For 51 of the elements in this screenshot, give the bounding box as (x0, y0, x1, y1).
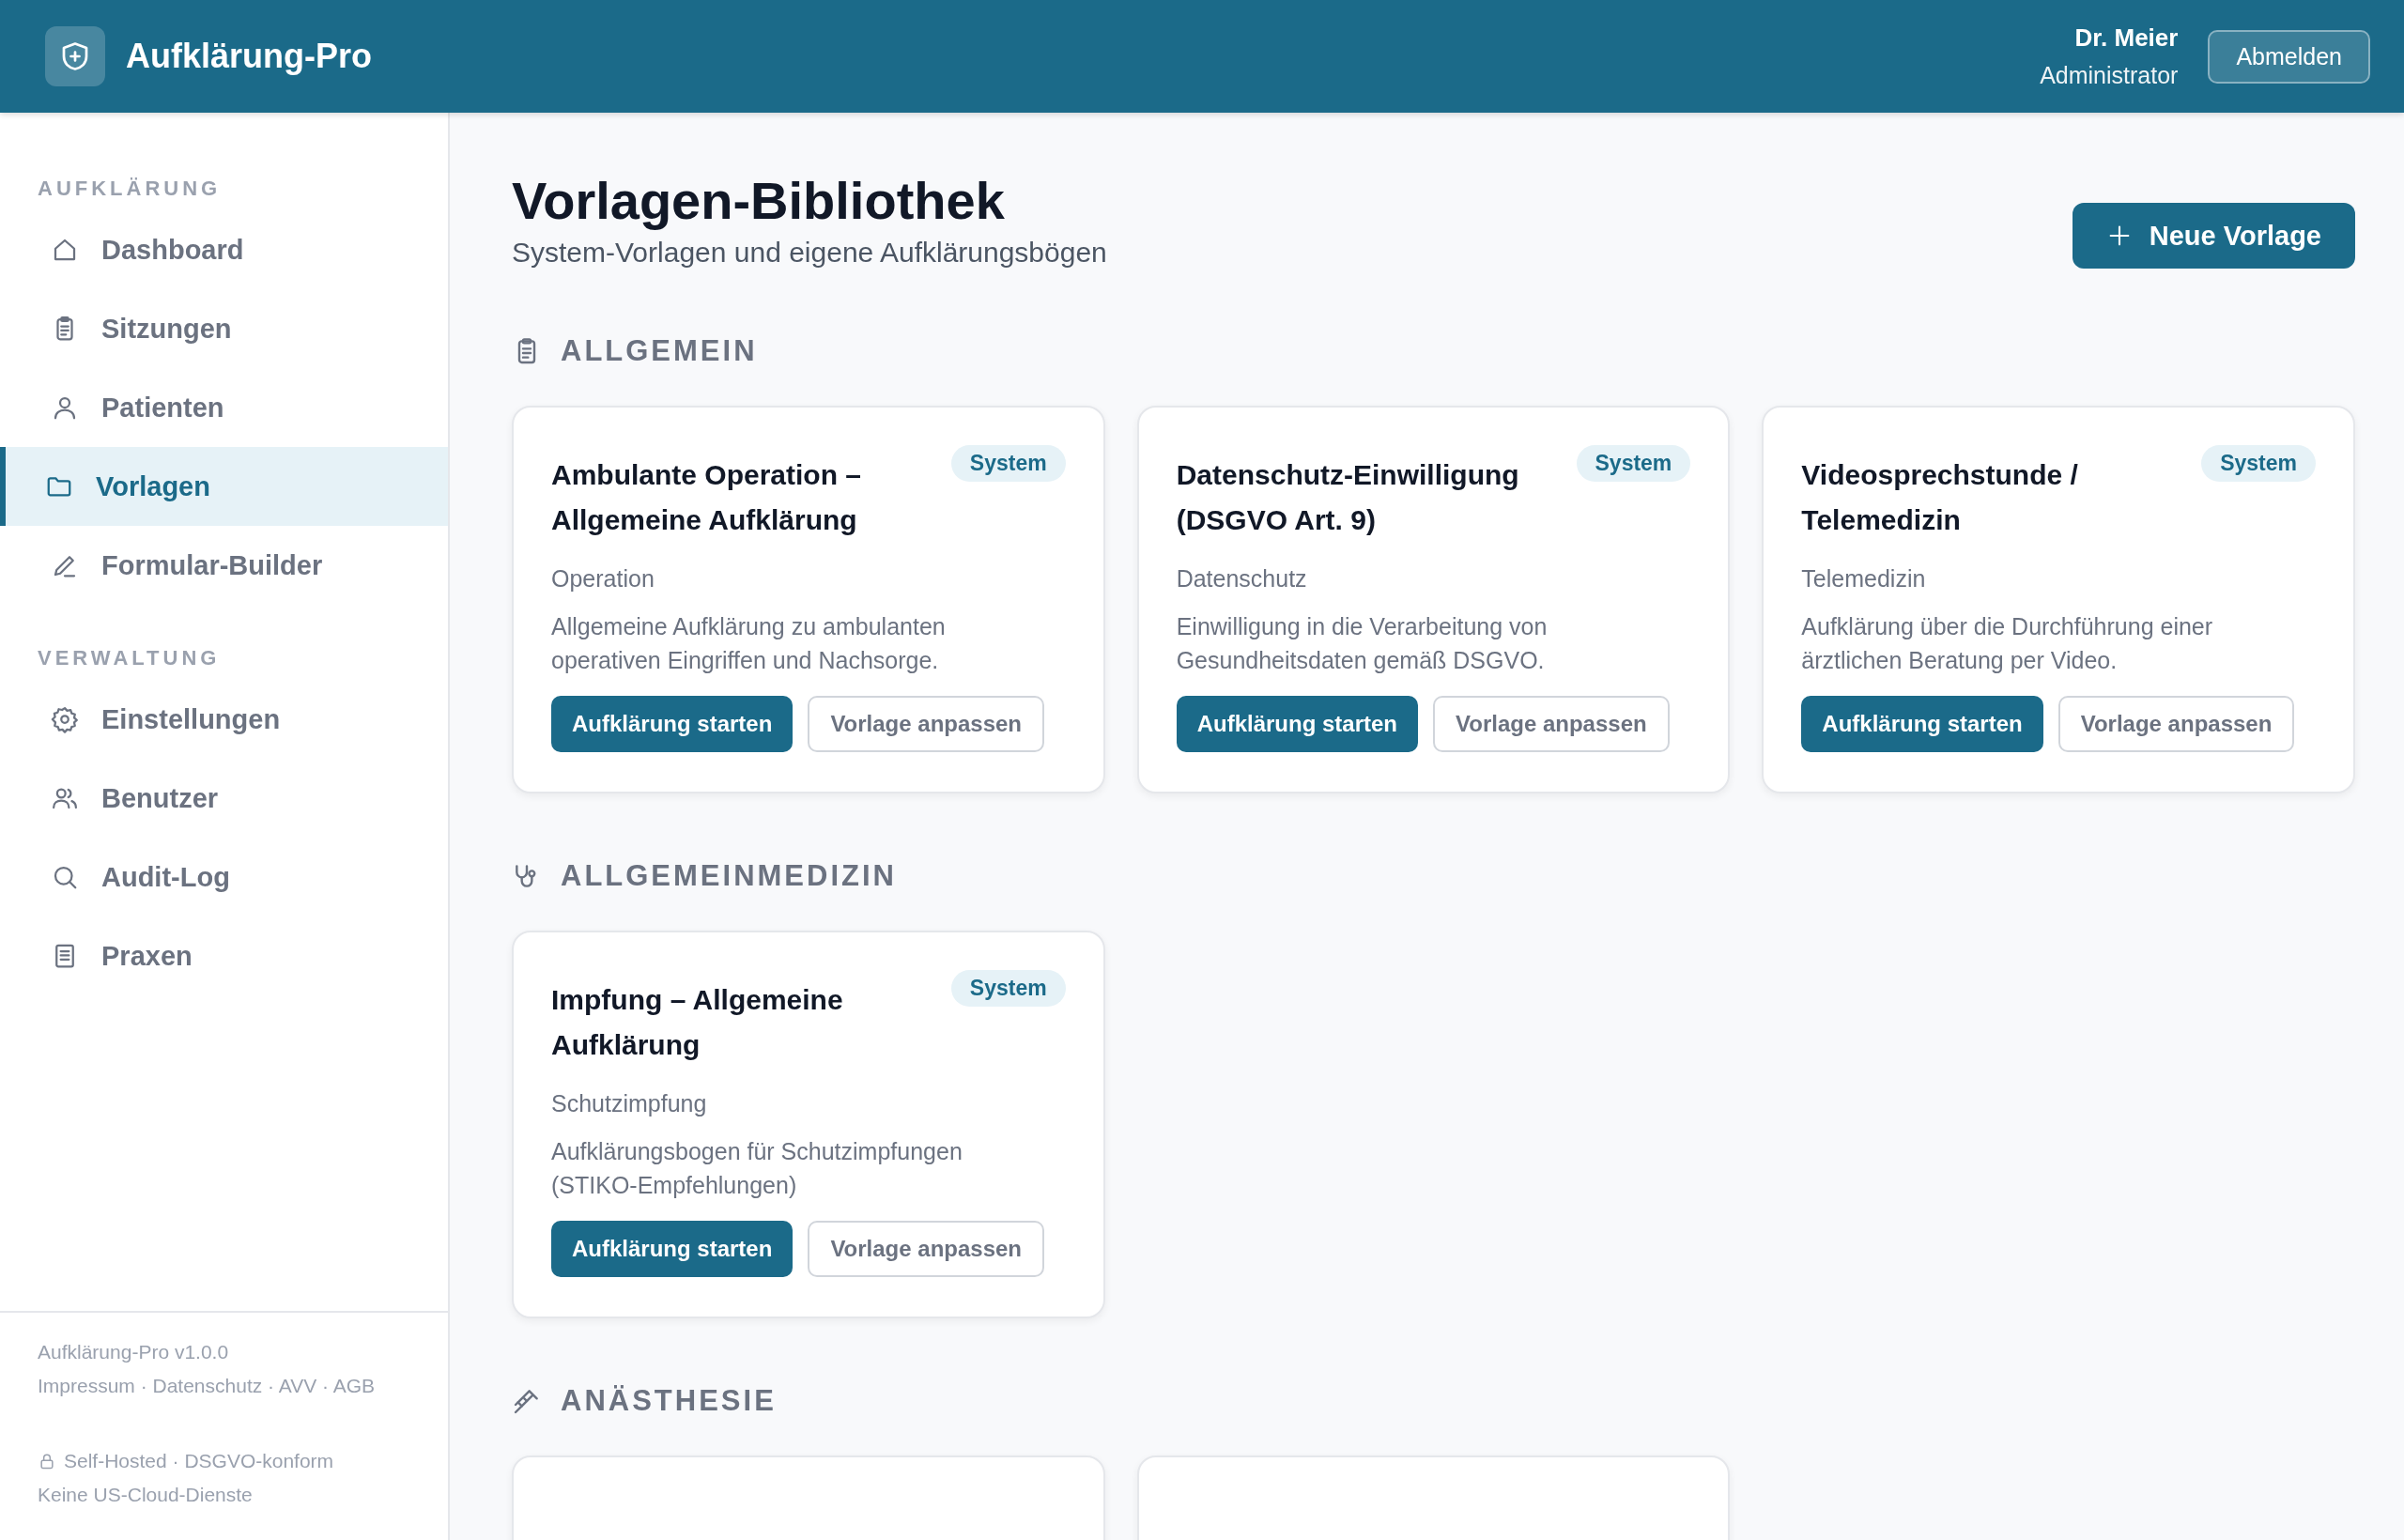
new-template-button[interactable]: Neue Vorlage (2072, 203, 2355, 269)
customize-button[interactable]: Vorlage anpassen (1433, 696, 1670, 752)
system-badge: System (950, 445, 1066, 482)
start-button[interactable]: Aufklärung starten (551, 1221, 794, 1277)
nav-item[interactable]: Formular-Builder (0, 526, 448, 605)
hosting-note: Self-Hosted · DSGVO-konform (64, 1449, 334, 1473)
version-text: Aufklärung-Pro v1.0.0 (38, 1340, 230, 1364)
user-role: Administrator (2040, 62, 2179, 89)
section-title: ALLGEMEIN (561, 334, 758, 368)
section-title: ALLGEMEINMEDIZIN (561, 859, 897, 893)
page-subtitle: System-Vorlagen und eigene Aufklärungsbögen (512, 237, 1107, 269)
card-category: Operation (551, 565, 655, 593)
nav-group-label: AUFKLÄRUNG (37, 177, 223, 201)
card-category: Telemedizin (1801, 565, 1927, 593)
card-description: Aufklärung über die Durchführung einer ärztlichen Beratung per Video. (1801, 612, 2214, 675)
logout-button[interactable]: Abmelden (2208, 29, 2370, 84)
card-title: Videosprechstunde / Telemedizin (1801, 458, 2079, 537)
nav-item[interactable]: Einstellungen (0, 680, 448, 759)
card-category: Schutzimpfung (551, 1090, 708, 1117)
card-description: Einwilligung in die Verarbeitung von Gesundheitsdaten gemäß DSGVO. (1176, 612, 1549, 675)
nav-group-label: VERWALTUNG (37, 646, 222, 670)
start-button[interactable]: Aufklärung starten (551, 696, 794, 752)
nav-item[interactable]: Dashboard (0, 210, 448, 289)
page-title: Vorlagen-Bibliothek (512, 171, 1006, 231)
customize-button[interactable]: Vorlage anpassen (808, 1221, 1044, 1277)
cloud-note: Keine US-Cloud-Dienste (38, 1483, 254, 1507)
nav-item[interactable]: Audit-Log (0, 838, 448, 916)
system-badge: System (1576, 445, 1691, 482)
nav-item[interactable]: Praxen (0, 916, 448, 995)
card-category: Datenschutz (1176, 565, 1308, 593)
section-title: ANÄSTHESIE (561, 1384, 777, 1418)
system-badge: System (2201, 445, 2316, 482)
start-button[interactable]: Aufklärung starten (1176, 696, 1419, 752)
nav-item[interactable]: Vorlagen (0, 447, 448, 526)
user-name: Dr. Meier (2073, 23, 2179, 53)
footer-links[interactable]: Impressum · Datenschutz · AVV · AGB (38, 1369, 410, 1403)
card-title: Impfung – Allgemeine Aufklärung (551, 983, 844, 1062)
nav-item[interactable]: Sitzungen (0, 289, 448, 368)
card-title: Ambulante Operation – Allgemeine Aufklärung (551, 458, 863, 537)
settings-icon (51, 705, 79, 733)
card-description: Aufklärungsbogen für Schutzimpfungen (STIKO-Empfehlungen) (551, 1137, 963, 1200)
nav-item[interactable]: Benutzer (0, 759, 448, 838)
system-badge: System (950, 970, 1066, 1007)
start-button[interactable]: Aufklärung starten (1801, 696, 2043, 752)
customize-button[interactable]: Vorlage anpassen (2057, 696, 2295, 752)
customize-button[interactable]: Vorlage anpassen (808, 696, 1044, 752)
nav-item[interactable]: Patienten (0, 368, 448, 447)
card-title: Datenschutz-Einwilligung (DSGVO Art. 9) (1176, 458, 1520, 537)
app-name: Aufklärung-Pro (126, 37, 372, 76)
lock-icon (38, 1452, 56, 1471)
card-description: Allgemeine Aufklärung zu ambulanten operativen Eingriffen und Nachsorge. (551, 612, 947, 675)
